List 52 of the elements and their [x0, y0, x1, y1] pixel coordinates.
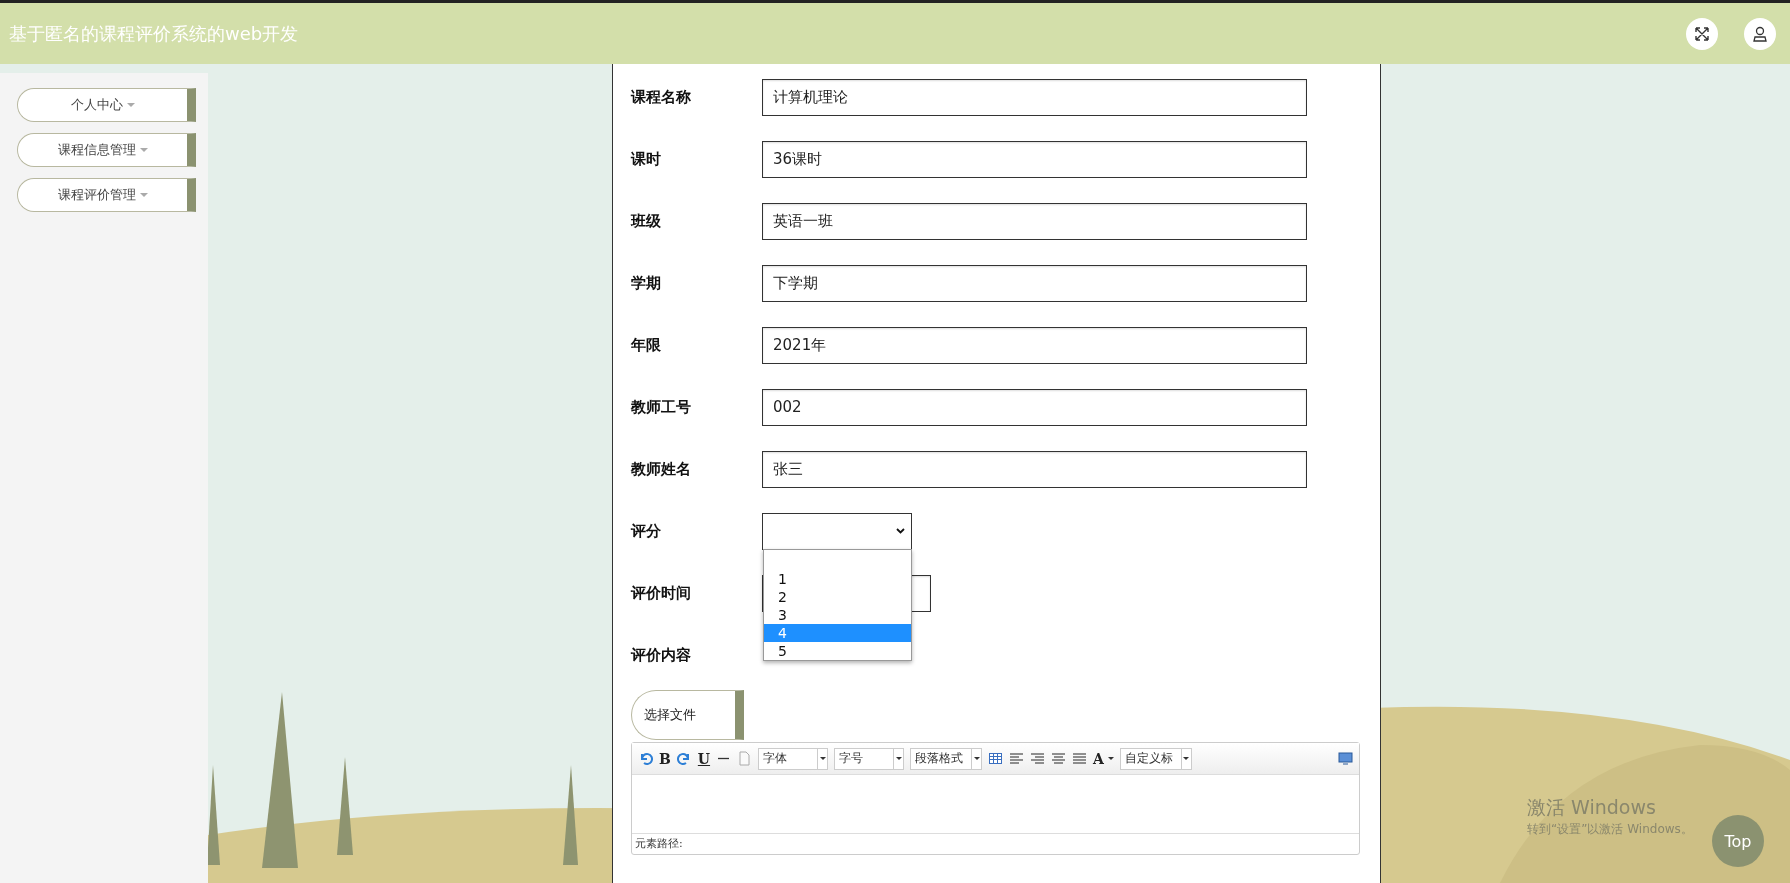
- text-field[interactable]: 张三: [762, 450, 1307, 488]
- sidebar-item[interactable]: 课程信息管理: [17, 133, 196, 167]
- monitor-icon[interactable]: [1338, 751, 1353, 766]
- app-title: 基于匿名的课程评价系统的web开发: [9, 21, 300, 46]
- font-color-button[interactable]: A: [1093, 750, 1114, 767]
- caret-icon: [126, 103, 135, 107]
- dropdown-option[interactable]: 1: [764, 570, 911, 588]
- toolbar-dropdown[interactable]: 段落格式: [910, 747, 983, 770]
- align-right-icon[interactable]: [1030, 751, 1046, 766]
- dropdown-option[interactable]: 3: [764, 606, 911, 624]
- activation-title: 激活 Windows: [1527, 795, 1656, 820]
- fullscreen-button[interactable]: [1686, 17, 1718, 50]
- underline-button[interactable]: U: [697, 750, 711, 767]
- field-label: 课程名称: [631, 87, 692, 107]
- dropdown-option[interactable]: 2: [764, 588, 911, 606]
- table-icon[interactable]: [988, 751, 1004, 766]
- align-left-icon[interactable]: [1009, 751, 1025, 766]
- redo-icon[interactable]: [676, 751, 692, 766]
- text-field[interactable]: 计算机理论: [762, 78, 1307, 116]
- field-label: 评分: [631, 521, 662, 541]
- caret-icon: [139, 193, 148, 197]
- score-dropdown[interactable]: [762, 512, 912, 550]
- sidebar-item[interactable]: 个人中心: [17, 88, 196, 122]
- align-center-icon[interactable]: [1051, 751, 1067, 766]
- text-field[interactable]: 002: [762, 388, 1307, 426]
- fullscreen-icon: [1695, 26, 1709, 41]
- field-label: 班级: [631, 211, 662, 231]
- undo-icon[interactable]: [638, 751, 653, 766]
- bold-button[interactable]: B: [659, 750, 671, 767]
- caret-icon: [139, 148, 148, 152]
- user-icon: [1752, 25, 1768, 42]
- field-label: 教师姓名: [631, 459, 692, 479]
- text-field[interactable]: 2021年: [762, 326, 1307, 364]
- toolbar-dropdown[interactable]: 自定义标: [1119, 747, 1192, 770]
- field-label: 教师工号: [631, 397, 692, 417]
- text-field[interactable]: 下学期: [762, 264, 1307, 302]
- text-field[interactable]: 36课时: [762, 140, 1307, 178]
- chevron-icon: [896, 528, 905, 534]
- field-label: 课时: [631, 149, 662, 169]
- toolbar-dropdown[interactable]: 字体: [758, 747, 829, 770]
- toolbar-dropdown[interactable]: 字号: [834, 747, 905, 770]
- field-label: 评价内容: [631, 645, 692, 665]
- choose-file-button[interactable]: 选择文件: [631, 690, 744, 740]
- text-field[interactable]: 英语一班: [762, 202, 1307, 240]
- user-button[interactable]: [1744, 17, 1776, 50]
- field-label: 评价时间: [631, 583, 692, 603]
- field-label: 学期: [631, 273, 662, 293]
- dropdown-option[interactable]: 5: [764, 642, 911, 660]
- sidebar-item[interactable]: 课程评价管理: [17, 178, 196, 212]
- justify-icon[interactable]: [1072, 751, 1088, 766]
- field-label: 年限: [631, 335, 662, 355]
- element-path: 元素路径:: [632, 833, 1359, 854]
